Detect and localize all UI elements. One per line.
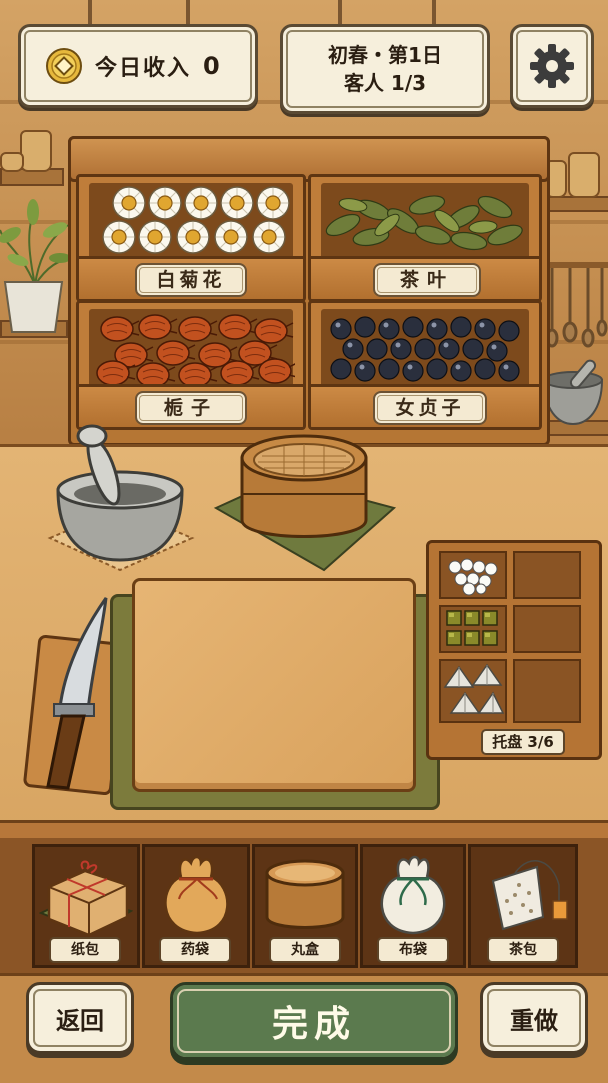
background-jar xyxy=(568,152,600,198)
tray-slot-4[interactable] xyxy=(513,605,581,653)
packaging-label: 纸包 xyxy=(49,937,121,963)
drawer-label: 女贞子 xyxy=(373,391,487,425)
chrysanthemum-icon xyxy=(102,186,290,254)
gardenia-fruit-icon xyxy=(96,314,295,387)
day-panel: 初春・第1日 客人 1/3 xyxy=(280,24,490,114)
season-day-text: 初春・第1日 xyxy=(328,43,442,67)
packaging-label: 布袋 xyxy=(377,937,449,963)
medicine-pouch-icon xyxy=(164,855,229,935)
background-jar xyxy=(20,130,52,172)
packaging-teabag[interactable]: 茶包 xyxy=(468,844,578,968)
hanging-rope xyxy=(432,0,436,26)
tea-leaf-icon xyxy=(325,195,523,251)
packaging-label: 茶包 xyxy=(487,937,559,963)
right-shelf xyxy=(545,196,608,212)
back-button[interactable]: 返回 xyxy=(26,982,134,1054)
drawer-tea[interactable]: 茶叶 xyxy=(308,174,542,302)
paper-package-icon xyxy=(39,860,133,937)
hanging-rope xyxy=(338,0,342,26)
tray-slot-6[interactable] xyxy=(513,659,581,723)
cloth-bag-icon xyxy=(380,855,446,935)
done-button[interactable]: 完成 xyxy=(170,982,458,1060)
packaging-pill-box[interactable]: 丸盒 xyxy=(252,844,358,968)
wrapped-pyramid-icon xyxy=(443,663,505,714)
privet-berry-icon xyxy=(330,316,520,382)
redo-button[interactable]: 重做 xyxy=(480,982,588,1054)
green-cube-icon xyxy=(446,610,498,646)
background-jar xyxy=(0,152,24,172)
packaging-label: 丸盒 xyxy=(269,937,341,963)
settings-button[interactable] xyxy=(510,24,594,108)
income-label: 今日收入 xyxy=(95,56,192,81)
mortar-pestle-icon[interactable] xyxy=(40,420,200,600)
teabag-icon xyxy=(491,860,568,931)
packaging-cloth-bag[interactable]: 布袋 xyxy=(360,844,466,968)
tray-slot-3[interactable] xyxy=(439,605,507,653)
drawer-privet[interactable]: 女贞子 xyxy=(308,300,542,430)
customer-count-text: 客人 1/3 xyxy=(343,71,427,95)
white-pellet-icon xyxy=(448,558,498,596)
packaging-label: 药袋 xyxy=(159,937,231,963)
drawer-gardenia[interactable]: 栀子 xyxy=(76,300,306,430)
packaging-medicine-pouch[interactable]: 药袋 xyxy=(142,844,250,968)
income-value: 0 xyxy=(203,52,220,80)
coin-icon xyxy=(46,48,82,84)
sieve-icon[interactable] xyxy=(212,428,398,574)
tray-slot-1[interactable] xyxy=(439,551,507,599)
tray-slot-5[interactable] xyxy=(439,659,507,723)
drawer-chrysanthemum[interactable]: 白菊花 xyxy=(76,174,306,302)
hanging-rope xyxy=(88,0,92,26)
cutting-board[interactable] xyxy=(132,578,416,792)
drawer-label: 白菊花 xyxy=(135,263,247,297)
hanging-rope xyxy=(186,0,190,26)
pill-box-icon xyxy=(265,859,345,929)
gear-icon xyxy=(530,44,574,88)
drawer-label: 茶叶 xyxy=(373,263,481,297)
potted-plant-icon xyxy=(0,199,70,333)
tray-slot-2[interactable] xyxy=(513,551,581,599)
income-panel: 今日收入 0 xyxy=(18,24,258,108)
packaging-paper[interactable]: 纸包 xyxy=(32,844,140,968)
ingredient-tray[interactable]: 托盘 3/6 xyxy=(426,540,602,760)
hanging-utensils-icon xyxy=(542,262,608,348)
tray-count-label: 托盘 3/6 xyxy=(481,729,565,755)
